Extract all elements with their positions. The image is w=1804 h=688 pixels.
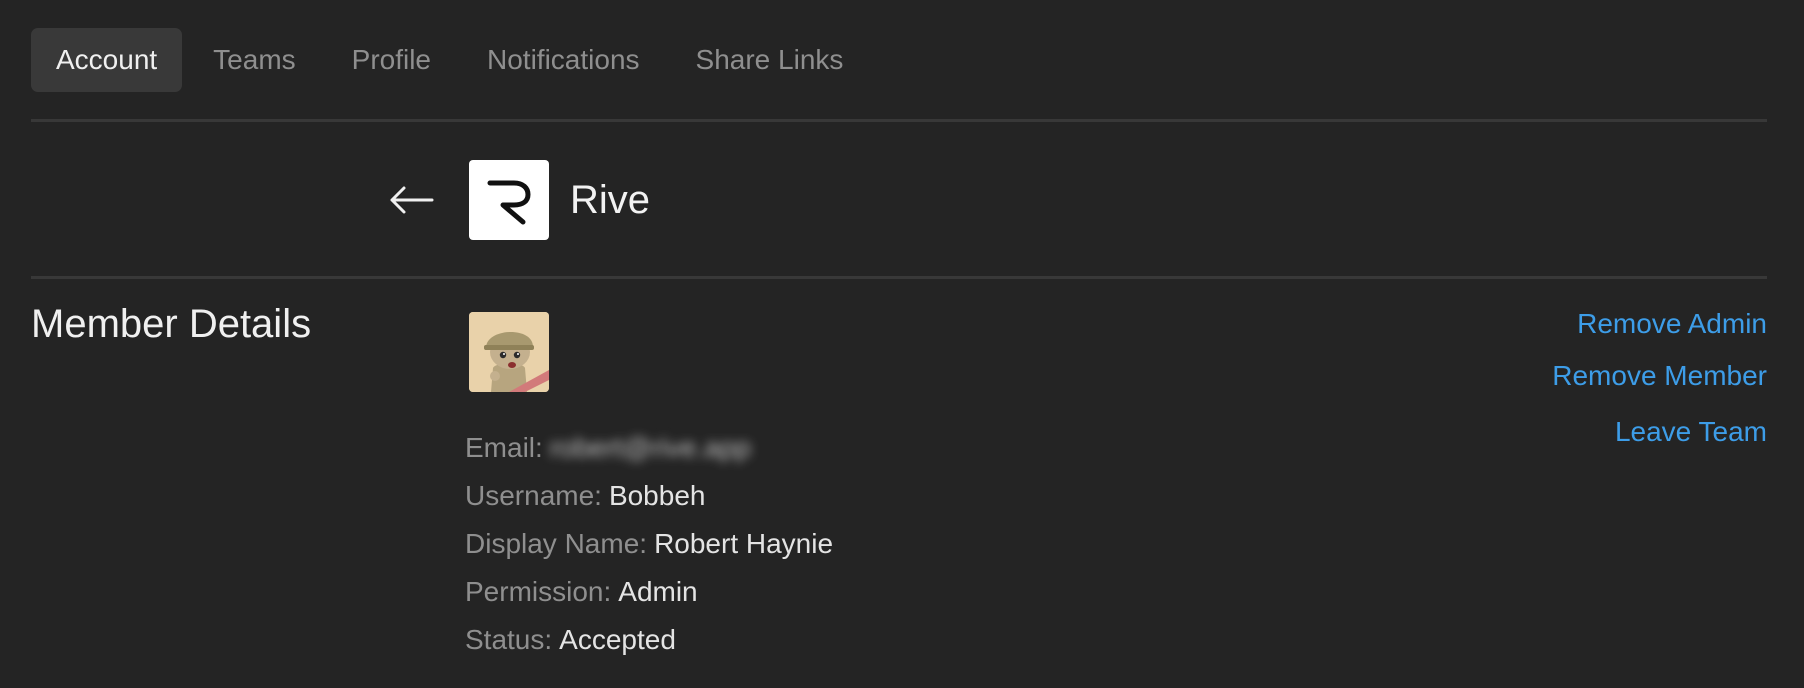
soldier-avatar-icon xyxy=(469,312,549,392)
header-divider xyxy=(31,276,1767,279)
leave-team-link[interactable]: Leave Team xyxy=(1552,408,1767,456)
permission-label: Permission: xyxy=(465,576,612,607)
status-value: Accepted xyxy=(559,624,676,655)
permission-row: Permission: Admin xyxy=(465,568,833,616)
member-details: Email: robert@rive.app Username: Bobbeh … xyxy=(465,424,833,664)
section-title: Member Details xyxy=(31,302,312,346)
display-name-value: Robert Haynie xyxy=(654,528,834,559)
display-name-label: Display Name: xyxy=(465,528,648,559)
tab-share-links[interactable]: Share Links xyxy=(671,28,869,92)
status-row: Status: Accepted xyxy=(465,616,833,664)
status-label: Status: xyxy=(465,624,553,655)
permission-value: Admin xyxy=(618,576,698,607)
display-name-row: Display Name: Robert Haynie xyxy=(465,520,833,568)
email-label: Email: xyxy=(465,432,543,463)
email-row: Email: robert@rive.app xyxy=(465,424,833,472)
remove-admin-link[interactable]: Remove Admin xyxy=(1552,300,1767,352)
back-arrow-icon[interactable] xyxy=(388,178,434,222)
username-label: Username: xyxy=(465,480,602,511)
tab-teams[interactable]: Teams xyxy=(188,28,320,92)
tab-notifications[interactable]: Notifications xyxy=(462,28,665,92)
tabs-divider xyxy=(31,119,1767,122)
member-actions: Remove Admin Remove Member Leave Team xyxy=(1552,300,1767,456)
username-row: Username: Bobbeh xyxy=(465,472,833,520)
remove-member-link[interactable]: Remove Member xyxy=(1552,352,1767,408)
rive-logo-icon xyxy=(469,160,549,240)
member-avatar xyxy=(469,312,549,392)
team-name: Rive xyxy=(570,178,651,222)
email-value: robert@rive.app xyxy=(549,432,751,463)
username-value: Bobbeh xyxy=(608,480,706,511)
settings-tabs: Account Teams Profile Notifications Shar… xyxy=(31,28,874,92)
tab-profile[interactable]: Profile xyxy=(327,28,456,92)
tab-account[interactable]: Account xyxy=(31,28,183,92)
